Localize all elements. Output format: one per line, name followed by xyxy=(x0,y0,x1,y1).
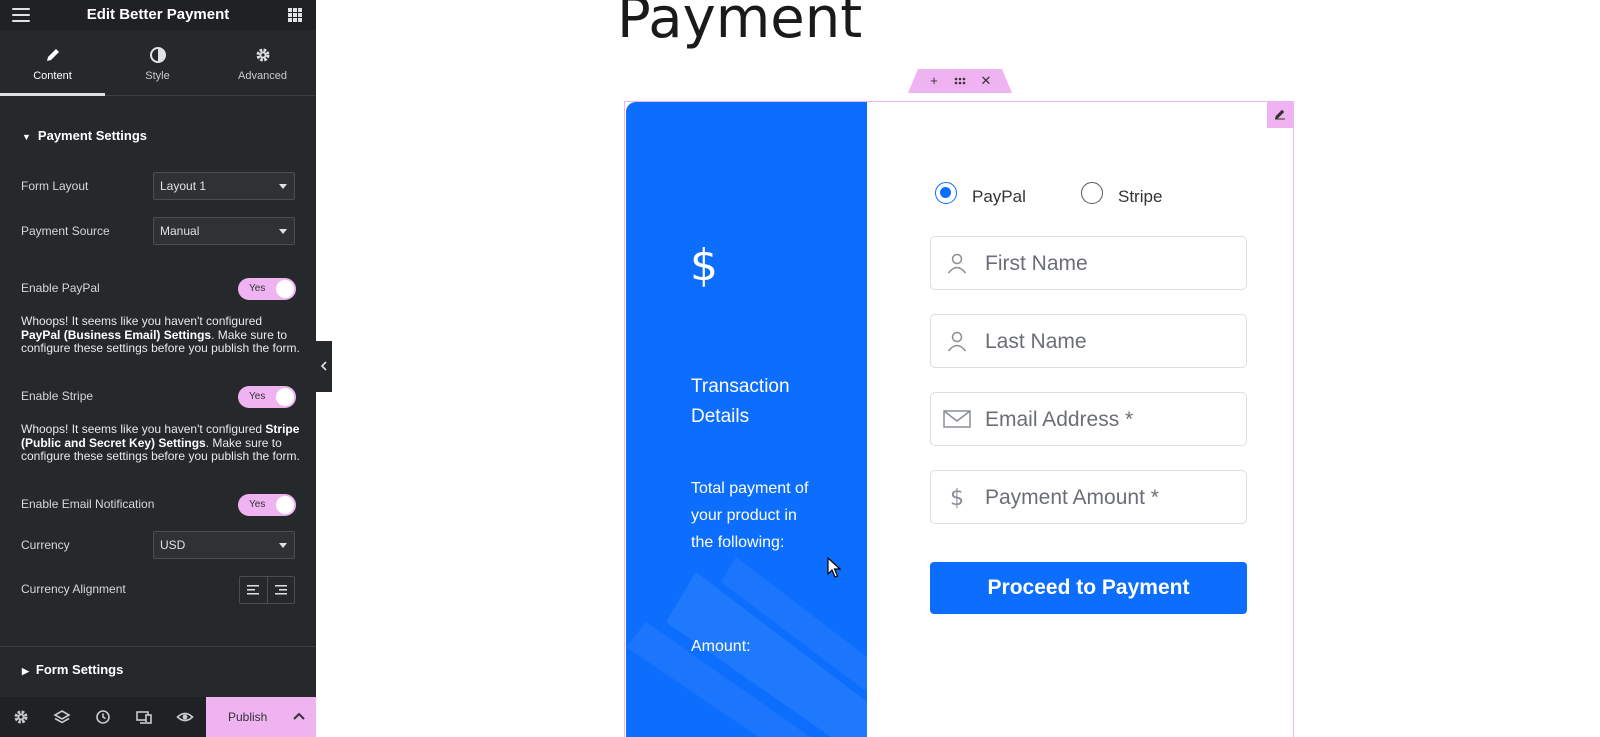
widget-handle: + ✕ xyxy=(908,69,1012,93)
align-right-icon xyxy=(274,585,287,595)
transaction-description: Total payment of your product in the fol… xyxy=(691,480,809,551)
currency-alignment-label: Currency Alignment xyxy=(21,582,126,596)
amount-label: Amount: xyxy=(691,638,751,655)
layers-icon[interactable] xyxy=(53,708,71,726)
currency-value: USD xyxy=(160,538,186,552)
tab-advanced-label: Advanced xyxy=(238,70,287,82)
settings-gear-icon[interactable] xyxy=(12,708,30,726)
drag-handle-icon[interactable] xyxy=(951,72,969,90)
toggle-knob xyxy=(276,280,294,298)
enable-stripe-toggle[interactable]: Yes xyxy=(238,386,296,408)
tab-content-label: Content xyxy=(33,70,72,82)
first-name-input[interactable]: First Name xyxy=(930,236,1247,290)
section-divider xyxy=(0,646,316,647)
align-right-button[interactable] xyxy=(266,577,295,603)
last-name-placeholder: Last Name xyxy=(985,330,1087,353)
currency-alignment-control xyxy=(239,576,295,604)
edit-widget-button[interactable] xyxy=(1267,102,1293,128)
editor-panel: Edit Better Payment Content Style Advanc… xyxy=(0,0,316,737)
history-icon[interactable] xyxy=(94,708,112,726)
tab-content[interactable]: Content xyxy=(0,30,105,96)
caret-right-icon: ▶ xyxy=(22,666,29,676)
form-layout-select[interactable]: Layout 1 xyxy=(153,172,295,200)
radio-checked-indicator xyxy=(935,182,957,204)
enable-email-label: Enable Email Notification xyxy=(21,497,155,511)
payment-source-value: Manual xyxy=(160,224,200,238)
page-heading: Payment xyxy=(617,0,863,51)
toggle-state-label: Yes xyxy=(249,391,266,402)
section-payment-settings[interactable]: ▼ Payment Settings xyxy=(22,128,147,143)
email-input[interactable]: Email Address * xyxy=(930,392,1247,446)
add-element-icon[interactable]: + xyxy=(925,72,943,90)
align-left-button[interactable] xyxy=(240,577,267,603)
panel-header: Edit Better Payment xyxy=(0,0,316,30)
chevron-left-icon xyxy=(320,361,327,371)
form-layout-label: Form Layout xyxy=(21,179,89,193)
dropdown-arrow-icon xyxy=(279,543,287,548)
pencil-icon xyxy=(1275,109,1285,120)
user-icon xyxy=(947,253,967,274)
publish-button[interactable]: Publish xyxy=(206,697,316,737)
payment-amount-placeholder: Payment Amount * xyxy=(985,486,1159,509)
proceed-to-payment-button[interactable]: Proceed to Payment xyxy=(930,562,1247,614)
responsive-mode-icon[interactable] xyxy=(135,708,153,726)
currency-symbol: $ xyxy=(690,240,718,291)
toggle-knob xyxy=(276,496,294,514)
tab-advanced[interactable]: Advanced xyxy=(210,30,315,96)
mouse-cursor-icon xyxy=(827,557,841,578)
transaction-details-panel: $ Transaction Details Total payment of y… xyxy=(626,102,867,737)
enable-paypal-toggle[interactable]: Yes xyxy=(238,278,296,300)
toggle-state-label: Yes xyxy=(249,283,266,294)
enable-stripe-label: Enable Stripe xyxy=(21,389,94,403)
radio-unchecked-indicator xyxy=(1081,182,1103,204)
stripe-warning-notice: Whoops! It seems like you haven't config… xyxy=(21,422,300,463)
panel-tabs: Content Style Advanced xyxy=(0,30,316,96)
user-icon xyxy=(947,331,967,352)
gear-icon xyxy=(256,48,269,62)
close-icon[interactable]: ✕ xyxy=(977,72,995,90)
contrast-icon xyxy=(149,47,166,63)
form-layout-value: Layout 1 xyxy=(160,179,207,193)
tab-style-label: Style xyxy=(145,70,170,82)
caret-down-icon: ▼ xyxy=(22,132,31,142)
dropdown-arrow-icon xyxy=(279,184,287,189)
email-placeholder: Email Address * xyxy=(985,408,1134,431)
panel-footer: Publish xyxy=(0,697,316,737)
preview-eye-icon[interactable] xyxy=(176,708,194,726)
panel-title: Edit Better Payment xyxy=(86,6,230,23)
dollar-icon: $ xyxy=(950,486,964,509)
payment-amount-input[interactable]: $ Payment Amount * xyxy=(930,470,1247,524)
paypal-settings-name: PayPal (Business Email) Settings xyxy=(21,327,212,342)
currency-label: Currency xyxy=(21,538,70,552)
toggle-state-label: Yes xyxy=(249,499,266,510)
collapse-panel-button[interactable] xyxy=(316,341,332,392)
pencil-icon xyxy=(46,49,59,61)
first-name-placeholder: First Name xyxy=(985,252,1088,275)
enable-paypal-label: Enable PayPal xyxy=(21,281,100,295)
last-name-input[interactable]: Last Name xyxy=(930,314,1247,368)
envelope-icon xyxy=(943,410,971,428)
section-payment-label: Payment Settings xyxy=(37,128,148,143)
enable-email-toggle[interactable]: Yes xyxy=(238,494,296,516)
paypal-warning-notice: Whoops! It seems like you haven't config… xyxy=(21,314,300,355)
transaction-details-title: Transaction Details xyxy=(691,376,790,427)
paypal-radio-label: PayPal xyxy=(972,187,1026,206)
currency-select[interactable]: USD xyxy=(153,531,295,559)
tab-style[interactable]: Style xyxy=(105,30,210,96)
payment-source-select[interactable]: Manual xyxy=(153,217,295,245)
chevron-up-icon[interactable] xyxy=(292,709,306,723)
widgets-grid-icon[interactable] xyxy=(288,8,302,22)
dropdown-arrow-icon xyxy=(279,229,287,234)
svg-text:$: $ xyxy=(950,486,964,509)
publish-label: Publish xyxy=(228,710,268,724)
align-left-icon xyxy=(247,585,260,595)
stripe-radio-label: Stripe xyxy=(1118,187,1163,206)
section-form-settings[interactable]: ▶ Form Settings xyxy=(22,662,123,677)
toggle-knob xyxy=(276,388,294,406)
section-form-label: Form Settings xyxy=(35,662,124,677)
payment-source-label: Payment Source xyxy=(21,224,110,238)
